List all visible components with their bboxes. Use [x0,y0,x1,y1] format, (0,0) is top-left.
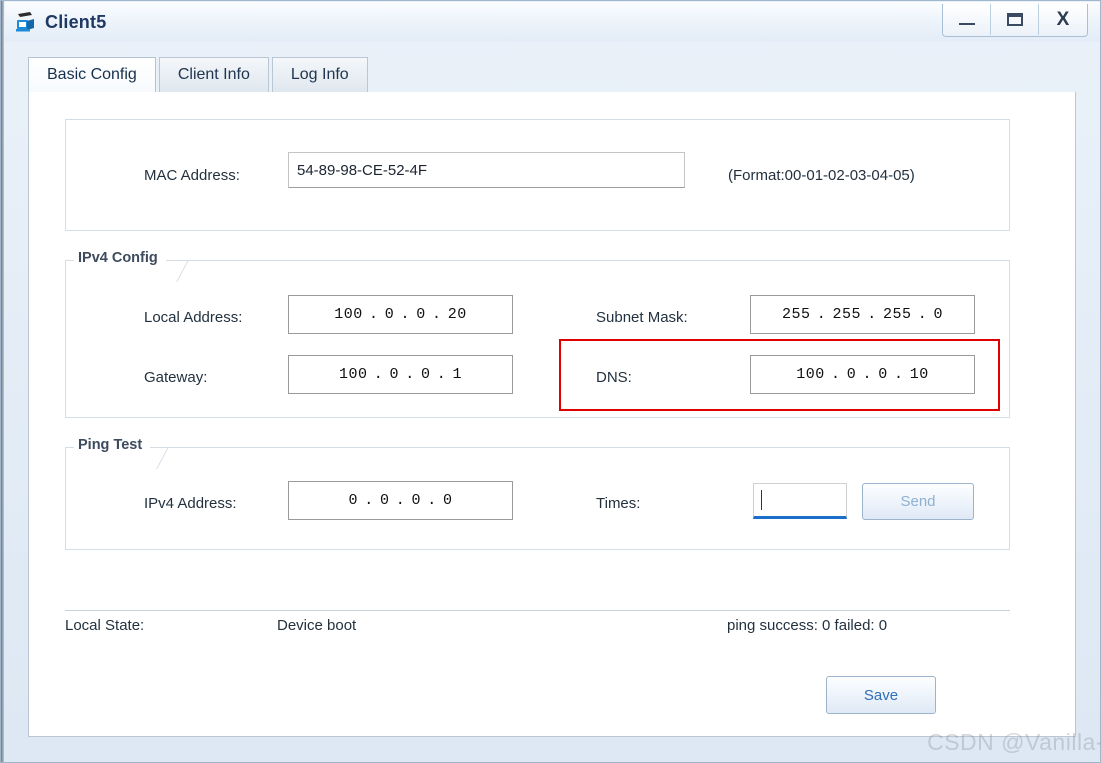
ping-ip-octet-3: 0 [411,492,422,509]
mac-address-group: MAC Address: 54-89-98-CE-52-4F (Format:0… [65,119,1010,231]
ip-dot: . [373,366,384,383]
local-state-label: Local State: [65,617,145,634]
tab-log-info-label: Log Info [290,66,349,83]
ping-result-status: ping success: 0 failed: 0 [727,617,888,634]
ping-ipv4-address-label: IPv4 Address: [144,495,237,512]
ipv4-config-group: IPv4 Config Local Address: 100 . 0 . 0 .… [65,250,1010,418]
subnet-mask-octet-4: 0 [933,306,944,323]
minimize-button[interactable] [943,4,991,35]
ip-dot: . [894,366,904,383]
window-title: Client5 [45,11,107,32]
ip-dot: . [400,306,410,323]
dns-octet-4: 10 [909,366,929,383]
dns-octet-1: 100 [796,366,825,383]
ip-dot: . [862,366,872,383]
save-button-label: Save [863,686,899,704]
gateway-octet-3: 0 [421,366,431,383]
local-address-octet-2: 0 [384,306,395,323]
basic-config-panel: MAC Address: 54-89-98-CE-52-4F (Format:0… [28,92,1076,737]
maximize-icon [1006,13,1023,26]
csdn-watermark: CSDN @Vanilla- [927,729,1101,755]
ping-times-input[interactable] [753,483,847,519]
subnet-mask-octet-3: 255 [883,306,912,323]
ipv4-config-title: IPv4 Config [74,250,166,266]
subnet-mask-label: Subnet Mask: [596,309,688,326]
minimize-icon [958,23,975,25]
ip-dot: . [867,306,877,323]
group-notch-ipv4 [176,260,189,282]
ping-times-label: Times: [596,495,641,512]
client-device-icon [13,9,39,35]
ip-dot: . [917,306,928,323]
ping-test-title: Ping Test [74,437,151,453]
ip-dot: . [368,306,379,323]
ping-ip-octet-2: 0 [379,492,390,509]
ip-dot: . [830,366,841,383]
dns-octet-2: 0 [846,366,857,383]
ping-ip-octet-4: 0 [443,492,453,509]
tab-client-info-label: Client Info [177,66,250,83]
client-config-window: Client5 X Basic Config Client Info Log I… [0,0,1101,763]
ip-dot: . [432,306,442,323]
window-controls: X [942,4,1088,37]
mac-format-hint: (Format:00-01-02-03-04-05) [728,167,915,184]
tab-basic-config-label: Basic Config [47,66,137,83]
status-separator [65,610,1010,611]
dns-octet-3: 0 [878,366,888,383]
tab-basic-config[interactable]: Basic Config [28,57,156,92]
gateway-octet-1: 100 [338,366,368,383]
gateway-octet-4: 1 [452,366,463,383]
ip-dot: . [405,366,415,383]
local-address-input[interactable]: 100 . 0 . 0 . 20 [288,295,513,334]
dns-label: DNS: [596,369,632,386]
maximize-button[interactable] [991,4,1039,35]
close-icon: X [1056,9,1070,30]
ping-test-group: Ping Test IPv4 Address: 0 . 0 . 0 . 0 Ti… [65,437,1010,550]
send-button[interactable]: Send [862,483,974,520]
mac-address-value: 54-89-98-CE-52-4F [297,161,428,179]
send-button-label: Send [900,493,936,510]
ip-dot: . [364,492,374,509]
tab-log-info[interactable]: Log Info [271,57,368,92]
save-button[interactable]: Save [826,676,936,714]
gateway-octet-2: 0 [389,366,399,383]
dns-input[interactable]: 100 . 0 . 0 . 10 [750,355,975,394]
local-address-octet-1: 100 [334,306,363,323]
title-bar: Client5 X [5,2,1100,42]
ip-dot: . [816,306,827,323]
local-state-value: Device boot [277,617,357,634]
ip-dot: . [436,366,447,383]
subnet-mask-input[interactable]: 255 . 255 . 255 . 0 [750,295,975,334]
gateway-input[interactable]: 100 . 0 . 0 . 1 [288,355,513,394]
ping-ip-octet-1: 0 [348,492,358,509]
close-button[interactable]: X [1039,4,1087,35]
subnet-mask-octet-1: 255 [781,306,811,323]
ip-dot: . [395,492,406,509]
subnet-mask-octet-2: 255 [832,306,861,323]
ping-ipv4-address-input[interactable]: 0 . 0 . 0 . 0 [288,481,513,520]
local-address-octet-3: 0 [416,306,426,323]
group-notch-ping [156,447,169,469]
local-address-octet-4: 20 [447,306,467,323]
ip-dot: . [427,492,437,509]
gateway-label: Gateway: [144,369,208,386]
text-caret [761,490,762,510]
mac-address-label: MAC Address: [144,167,240,184]
mac-address-input[interactable]: 54-89-98-CE-52-4F [288,152,685,188]
tab-client-info[interactable]: Client Info [158,57,269,92]
local-address-label: Local Address: [144,309,243,326]
tab-strip: Basic Config Client Info Log Info [28,57,1076,92]
